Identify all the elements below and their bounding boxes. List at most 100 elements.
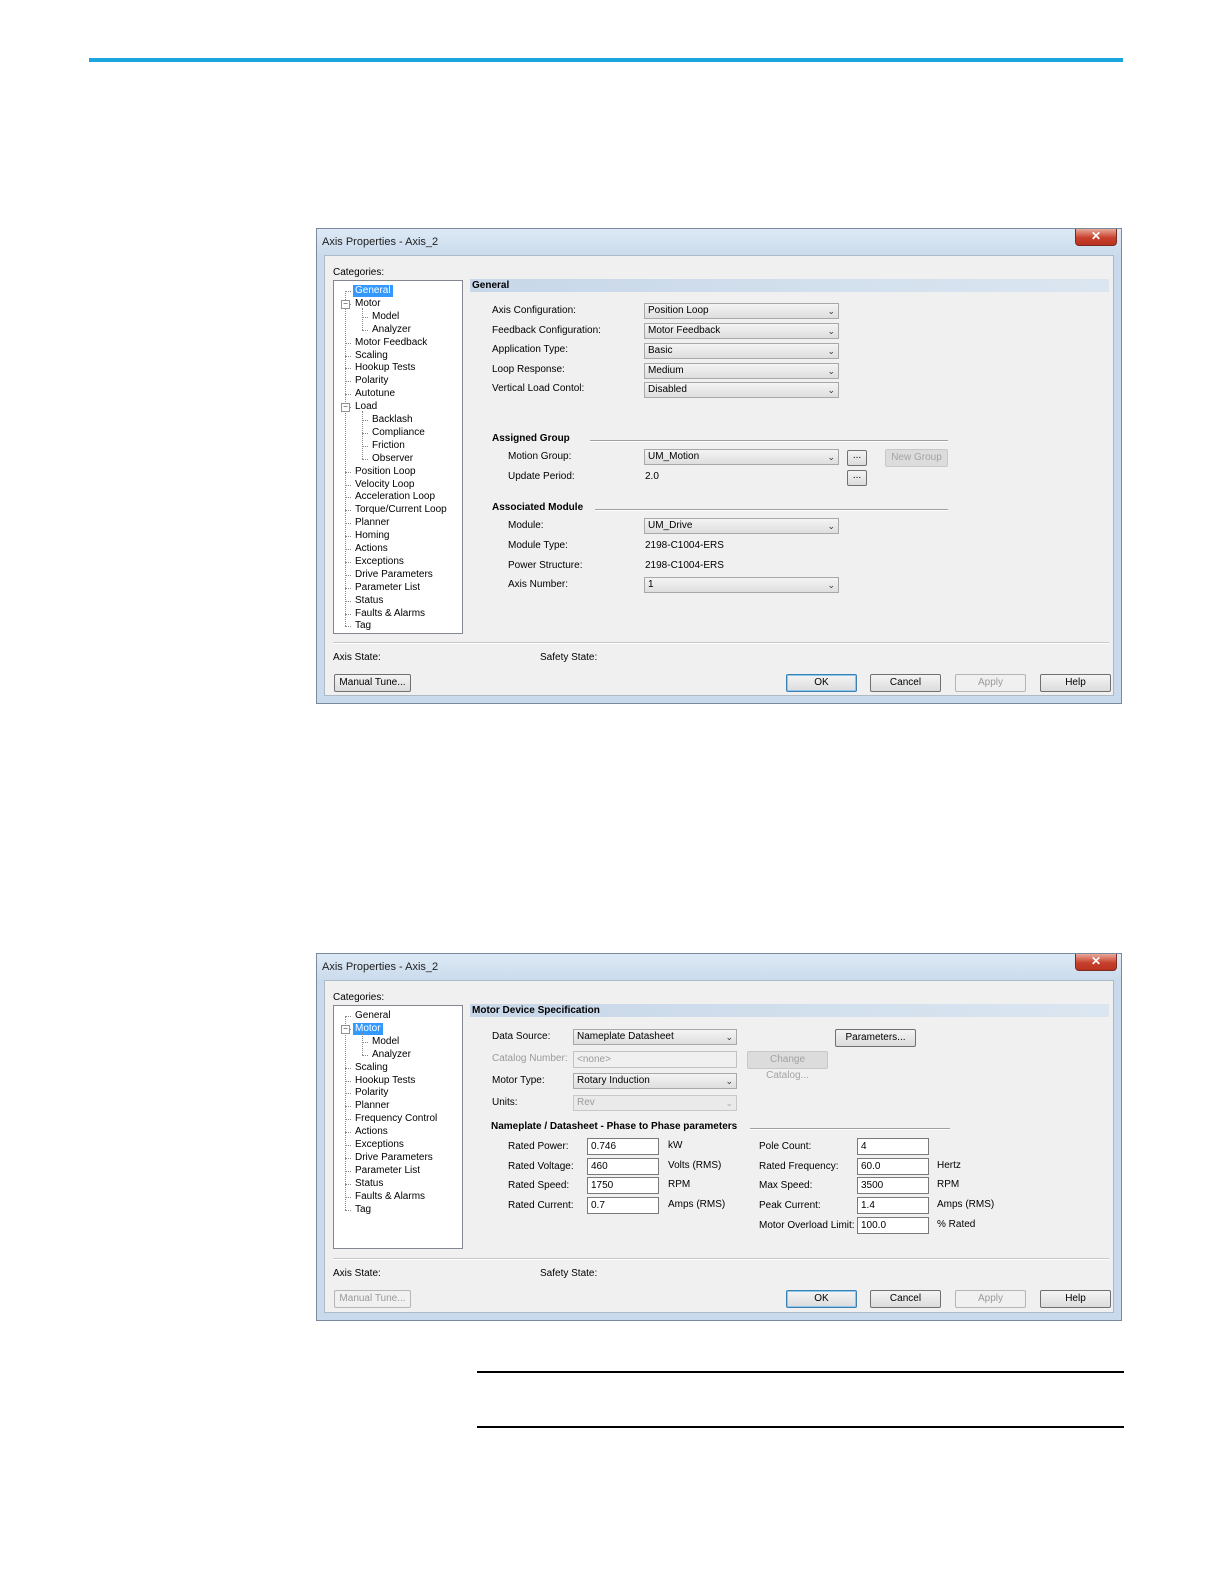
chevron-down-icon[interactable]: ⌄ xyxy=(827,364,835,378)
categories-tree[interactable]: General − Motor Model Analyzer Scaling Hookup … xyxy=(333,1005,463,1249)
chevron-down-icon[interactable]: ⌄ xyxy=(827,344,835,358)
chevron-down-icon[interactable]: ⌄ xyxy=(725,1030,733,1044)
tree-item-torque-current-loop[interactable]: Torque/Current Loop xyxy=(355,504,447,516)
max-speed-field[interactable]: 3500 xyxy=(857,1177,929,1195)
tree-item-exceptions[interactable]: Exceptions xyxy=(355,556,404,568)
tree-item-motor-feedback[interactable]: Motor Feedback xyxy=(355,337,427,349)
rated-power-field[interactable]: 0.746 xyxy=(587,1138,659,1155)
tree-item-friction[interactable]: Friction xyxy=(372,440,405,452)
tree-item-parameter-list[interactable]: Parameter List xyxy=(355,1165,420,1177)
tree-item-planner[interactable]: Planner xyxy=(355,1100,389,1112)
rated-current-field[interactable]: 0.7 xyxy=(587,1197,659,1215)
units-select[interactable]: Rev ⌄ xyxy=(573,1095,737,1111)
tree-item-polarity[interactable]: Polarity xyxy=(355,1087,388,1099)
tree-item-load[interactable]: Load xyxy=(355,401,377,413)
tree-item-drive-parameters[interactable]: Drive Parameters xyxy=(355,569,433,581)
tree-item-analyzer[interactable]: Analyzer xyxy=(372,1049,411,1061)
tree-item-motor[interactable]: Motor xyxy=(353,1022,383,1035)
parameters-button[interactable]: Parameters... xyxy=(835,1029,916,1047)
tree-item-tag[interactable]: Tag xyxy=(355,1204,371,1216)
axis-number-select[interactable]: 1 ⌄ xyxy=(644,577,839,593)
chevron-down-icon[interactable]: ⌄ xyxy=(725,1096,733,1110)
pole-count-field[interactable]: 4 xyxy=(857,1138,929,1155)
tree-item-status[interactable]: Status xyxy=(355,1178,383,1190)
manual-tune-button[interactable]: Manual Tune... xyxy=(334,674,411,692)
help-button[interactable]: Help xyxy=(1040,1290,1111,1308)
chevron-down-icon[interactable]: ⌄ xyxy=(827,383,835,397)
tree-item-analyzer[interactable]: Analyzer xyxy=(372,324,411,336)
chevron-down-icon[interactable]: ⌄ xyxy=(827,519,835,533)
tree-item-velocity-loop[interactable]: Velocity Loop xyxy=(355,479,415,491)
axis-configuration-select[interactable]: Position Loop ⌄ xyxy=(644,303,839,319)
change-catalog-button[interactable]: Change Catalog... xyxy=(747,1051,828,1081)
collapse-icon[interactable]: − xyxy=(341,299,350,309)
new-group-button[interactable]: New Group xyxy=(885,449,948,467)
loop-response-select[interactable]: Medium ⌄ xyxy=(644,363,839,379)
tree-item-scaling[interactable]: Scaling xyxy=(355,1062,388,1074)
cancel-button[interactable]: Cancel xyxy=(870,1290,941,1308)
tree-item-hookup-tests[interactable]: Hookup Tests xyxy=(355,1075,415,1087)
tree-item-polarity[interactable]: Polarity xyxy=(355,375,388,387)
tree-item-autotune[interactable]: Autotune xyxy=(355,388,395,400)
tree-item-general[interactable]: General xyxy=(355,1010,391,1022)
close-icon[interactable]: ✕ xyxy=(1091,954,1101,968)
tree-item-motor[interactable]: Motor xyxy=(355,298,381,310)
feedback-configuration-select[interactable]: Motor Feedback ⌄ xyxy=(644,323,839,339)
chevron-down-icon[interactable]: ⌄ xyxy=(827,304,835,318)
tree-item-actions[interactable]: Actions xyxy=(355,543,388,555)
close-icon[interactable]: ✕ xyxy=(1091,229,1101,243)
cancel-button[interactable]: Cancel xyxy=(870,674,941,692)
chevron-down-icon[interactable]: ⌄ xyxy=(827,578,835,592)
tree-item-exceptions[interactable]: Exceptions xyxy=(355,1139,404,1151)
tree-item-observer[interactable]: Observer xyxy=(372,453,413,465)
tree-item-tag[interactable]: Tag xyxy=(355,620,371,632)
tree-item-scaling[interactable]: Scaling xyxy=(355,350,388,362)
manual-tune-button[interactable]: Manual Tune... xyxy=(334,1290,411,1308)
catalog-number-field[interactable]: <none> xyxy=(573,1051,737,1068)
rated-voltage-field[interactable]: 460 xyxy=(587,1157,659,1175)
motor-type-select[interactable]: Rotary Induction ⌄ xyxy=(573,1073,737,1089)
close-button[interactable]: ✕ xyxy=(1075,229,1117,246)
tree-item-status[interactable]: Status xyxy=(355,595,383,607)
rated-frequency-field[interactable]: 60.0 xyxy=(857,1157,929,1175)
help-button[interactable]: Help xyxy=(1040,674,1111,692)
tree-item-frequency-control[interactable]: Frequency Control xyxy=(355,1113,437,1125)
apply-button[interactable]: Apply xyxy=(955,674,1026,692)
data-source-select[interactable]: Nameplate Datasheet ⌄ xyxy=(573,1029,737,1045)
chevron-down-icon[interactable]: ⌄ xyxy=(725,1074,733,1088)
tree-item-drive-parameters[interactable]: Drive Parameters xyxy=(355,1152,433,1164)
tree-item-acceleration-loop[interactable]: Acceleration Loop xyxy=(355,491,435,503)
tree-item-backlash[interactable]: Backlash xyxy=(372,414,413,426)
module-select[interactable]: UM_Drive ⌄ xyxy=(644,518,839,534)
apply-button[interactable]: Apply xyxy=(955,1290,1026,1308)
collapse-icon[interactable]: − xyxy=(341,403,350,413)
tree-item-compliance[interactable]: Compliance xyxy=(372,427,425,439)
collapse-icon[interactable]: − xyxy=(341,1024,350,1034)
tree-item-actions[interactable]: Actions xyxy=(355,1126,388,1138)
ok-button[interactable]: OK xyxy=(786,1290,857,1308)
tree-item-homing[interactable]: Homing xyxy=(355,530,389,542)
rated-speed-field[interactable]: 1750 xyxy=(587,1177,659,1195)
tree-item-faults-alarms[interactable]: Faults & Alarms xyxy=(355,1191,425,1203)
motor-overload-limit-field[interactable]: 100.0 xyxy=(857,1216,929,1234)
close-button[interactable]: ✕ xyxy=(1075,954,1117,971)
motion-group-select[interactable]: UM_Motion ⌄ xyxy=(644,449,839,465)
application-type-select[interactable]: Basic ⌄ xyxy=(644,343,839,359)
tree-item-hookup-tests[interactable]: Hookup Tests xyxy=(355,362,415,374)
chevron-down-icon[interactable]: ⌄ xyxy=(827,450,835,464)
vertical-load-select[interactable]: Disabled ⌄ xyxy=(644,382,839,398)
update-period-browse-button[interactable]: ... xyxy=(847,470,867,486)
tree-item-planner[interactable]: Planner xyxy=(355,517,389,529)
tree-item-faults-alarms[interactable]: Faults & Alarms xyxy=(355,608,425,620)
peak-current-field[interactable]: 1.4 xyxy=(857,1197,929,1215)
categories-tree[interactable]: General − Motor Model Analyzer Motor Feedback… xyxy=(333,280,463,634)
tree-item-model[interactable]: Model xyxy=(372,311,399,323)
ok-button[interactable]: OK xyxy=(786,674,857,692)
chevron-down-icon[interactable]: ⌄ xyxy=(827,324,835,338)
tree-item-general[interactable]: General xyxy=(353,285,393,297)
tree-item-parameter-list[interactable]: Parameter List xyxy=(355,582,420,594)
motion-group-browse-button[interactable]: ... xyxy=(847,450,867,466)
tree-item-position-loop[interactable]: Position Loop xyxy=(355,466,416,478)
tree-item-model[interactable]: Model xyxy=(372,1036,399,1048)
pole-count-label: Pole Count: xyxy=(759,1141,812,1152)
